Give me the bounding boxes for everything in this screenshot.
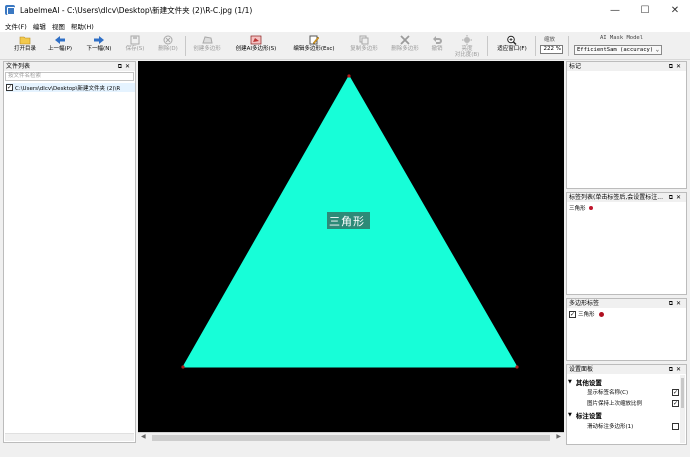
menu-help[interactable]: 帮助(H) (71, 21, 94, 31)
zoom-input[interactable]: 222 % (540, 45, 563, 54)
title-bar: LabelmeAI - C:\Users\dlcv\Desktop\新建文件夹 … (0, 0, 690, 20)
next-image-button[interactable]: 下一幅(N) (84, 34, 114, 59)
image-canvas[interactable]: 三角形 (138, 61, 564, 432)
polygon-color-dot (598, 311, 604, 317)
setting-keep-zoom: 图片保持上次缩放比例 ✓ (587, 399, 679, 407)
menu-bar: 文件(F) 编辑 视图 帮助(H) (0, 20, 690, 32)
copy-polygon-button[interactable]: 复制多边形 (346, 34, 382, 59)
close-button[interactable]: ✕ (660, 0, 690, 20)
setting-slide-polygon: 滑动标注多边形(1) (587, 422, 679, 430)
settings-group-other[interactable]: ▼ 其他设置 (568, 377, 602, 387)
ai-model-select[interactable]: EfficientSam (accuracy) ⌄ (574, 45, 662, 55)
save-icon (129, 34, 141, 45)
settings-group-annotation[interactable]: ▼ 标注设置 (568, 410, 602, 420)
toolbar-separator (487, 36, 488, 56)
setting-checkbox[interactable]: ✓ (672, 399, 679, 407)
minimize-button[interactable]: — (600, 0, 630, 20)
shape-label: 三角形 (329, 215, 365, 228)
file-list-header: 文件列表 ⧉✕ (4, 62, 135, 71)
undo-icon (431, 34, 443, 45)
panel-float-close-icons[interactable]: ⧉✕ (118, 62, 133, 71)
label-list-item[interactable]: 三角形 (569, 204, 593, 212)
delete-icon (162, 34, 174, 45)
polygon-labels-panel: 多边形标签 ⧉✕ ✓ 三角形 (566, 298, 687, 361)
vertex-handle[interactable] (347, 74, 351, 78)
setting-checkbox[interactable]: ✓ (672, 388, 679, 396)
scroll-thumb[interactable] (152, 435, 550, 441)
open-dir-button[interactable]: 打开目录 (10, 34, 40, 59)
canvas-scrollbar[interactable]: ◀ ▶ (138, 432, 564, 443)
scroll-left-icon[interactable]: ◀ (141, 433, 146, 440)
vertex-handle[interactable] (181, 365, 185, 369)
menu-edit[interactable]: 编辑 (33, 21, 46, 31)
toolbar-separator (185, 36, 186, 56)
settings-header: 设置面板 ⧉✕ (567, 365, 686, 374)
vertex-handle[interactable] (515, 365, 519, 369)
cross-icon (399, 34, 411, 45)
chevron-down-icon: ⌄ (655, 47, 659, 53)
arrow-left-icon (54, 34, 66, 45)
polygon-icon (201, 34, 213, 45)
ai-model-label: AI Mask Model (600, 35, 644, 41)
brightness-icon (461, 34, 473, 45)
panel-float-close-icons[interactable]: ⧉✕ (669, 299, 684, 308)
polygon-visible-checkbox[interactable]: ✓ (569, 310, 576, 318)
chevron-down-icon: ▼ (568, 412, 572, 418)
panel-float-close-icons[interactable]: ⧉✕ (668, 193, 684, 202)
flag-panel: 标记 ⧉✕ (566, 61, 687, 189)
annotation-svg (181, 74, 519, 369)
edit-polygon-button[interactable]: 编辑多边形(Esc) (288, 34, 340, 59)
scroll-thumb[interactable] (681, 378, 684, 408)
app-icon (5, 5, 15, 15)
brightness-contrast-button[interactable]: 亮度 对比度(B) (452, 34, 482, 59)
menu-view[interactable]: 视图 (52, 21, 65, 31)
undo-button[interactable]: 撤销 (427, 34, 447, 59)
create-ai-polygon-button[interactable]: 创建AI多边形(S) (230, 34, 282, 59)
copy-icon (358, 34, 370, 45)
file-checkbox[interactable]: ✓ (6, 84, 13, 91)
settings-scrollbar[interactable] (680, 375, 685, 443)
fit-window-button[interactable]: 适应窗口(F) (492, 34, 532, 59)
file-list-panel: 文件列表 ⧉✕ 按文件名检索 ✓ C:\Users\dlcv\Desktop\新… (3, 61, 136, 443)
chevron-down-icon: ▼ (568, 379, 572, 385)
save-button[interactable]: 保存(S) (121, 34, 149, 59)
label-list-panel: 标签列表(单击标签后,会设置标注... ⧉✕ 三角形 (566, 192, 687, 295)
magnifier-icon (506, 34, 518, 45)
label-list-header: 标签列表(单击标签后,会设置标注... ⧉✕ (567, 193, 686, 202)
folder-icon (19, 34, 31, 45)
create-polygon-button[interactable]: 创建多边形 (188, 34, 226, 59)
scroll-right-icon[interactable]: ▶ (556, 433, 561, 440)
file-list-scrollbar[interactable] (5, 433, 134, 441)
delete-file-button[interactable]: 删除(D) (154, 34, 182, 59)
settings-panel: 设置面板 ⧉✕ ▼ 其他设置 显示标签名称(C) ✓ 图片保持上次缩放比例 ✓ … (566, 364, 687, 445)
window-title: LabelmeAI - C:\Users\dlcv\Desktop\新建文件夹 … (20, 5, 253, 15)
label-color-dot (588, 206, 593, 210)
setting-show-label-name: 显示标签名称(C) ✓ (587, 388, 679, 396)
ai-polygon-icon (250, 34, 262, 45)
arrow-right-icon (93, 34, 105, 45)
setting-checkbox[interactable] (672, 422, 679, 430)
polygon-list-item[interactable]: ✓ 三角形 (569, 310, 604, 318)
panel-float-close-icons[interactable]: ⧉✕ (669, 365, 684, 374)
panel-float-close-icons[interactable]: ⧉✕ (669, 62, 684, 71)
menu-file[interactable]: 文件(F) (5, 21, 27, 31)
zoom-label: 缩放 (544, 37, 556, 43)
edit-icon (308, 34, 320, 45)
prev-image-button[interactable]: 上一幅(P) (45, 34, 75, 59)
file-list-item[interactable]: ✓ C:\Users\dlcv\Desktop\新建文件夹 (2)\R (6, 83, 135, 92)
maximize-button[interactable]: ☐ (630, 0, 660, 20)
delete-polygon-button[interactable]: 删除多边形 (387, 34, 423, 59)
polygon-labels-header: 多边形标签 ⧉✕ (567, 299, 686, 308)
toolbar-separator (535, 36, 536, 56)
file-search-input[interactable]: 按文件名检索 (5, 72, 134, 81)
flag-panel-header: 标记 ⧉✕ (567, 62, 686, 71)
toolbar-separator (568, 36, 569, 56)
